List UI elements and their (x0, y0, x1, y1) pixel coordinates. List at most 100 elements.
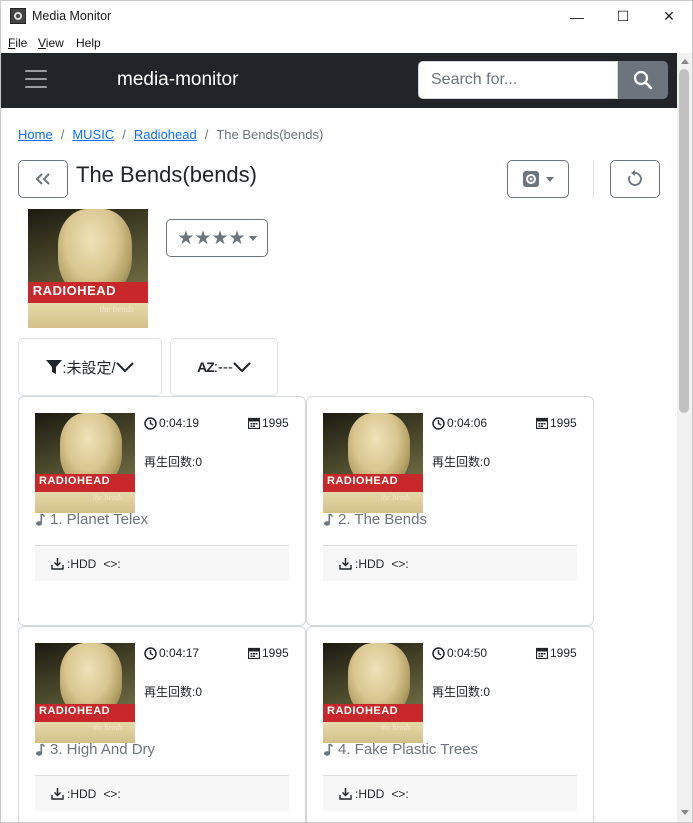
settings-dropdown-button[interactable] (507, 160, 569, 198)
track-footer: :HDD <>: (323, 775, 577, 811)
track-duration-value: 0:04:19 (159, 416, 200, 430)
gear-icon (523, 171, 539, 187)
window-title: Media Monitor (32, 9, 112, 23)
page-title: The Bends(bends) (76, 162, 257, 187)
breadcrumb-home[interactable]: Home (18, 127, 53, 142)
clock-icon (432, 416, 445, 430)
download-icon[interactable] (339, 557, 352, 570)
refresh-icon (628, 170, 642, 186)
chevron-down-icon (115, 362, 134, 372)
track-year: 1995 (248, 646, 289, 660)
caret-down-icon (546, 176, 554, 182)
vertical-scrollbar[interactable] (677, 53, 692, 822)
scroll-down-icon[interactable] (681, 810, 689, 815)
close-button[interactable]: ✕ (646, 1, 692, 32)
calendar-icon (248, 417, 260, 429)
caret-down-icon (248, 235, 257, 241)
download-icon[interactable] (51, 557, 64, 570)
scroll-up-icon[interactable] (681, 59, 689, 64)
track-title[interactable]: 4. Fake Plastic Trees (323, 741, 478, 758)
track-year: 1995 (536, 646, 577, 660)
breadcrumb: Home / MUSIC / Radiohead / The Bends(bends) (18, 127, 323, 142)
filter-dropdown[interactable]: :未設定/ (18, 338, 162, 396)
track-cover: RADIOHEAD the bends (323, 413, 423, 513)
download-icon[interactable] (51, 787, 64, 800)
chevron-down-icon (233, 362, 251, 372)
breadcrumb-separator: / (122, 127, 126, 142)
title-bar: Media Monitor — ☐ ✕ (1, 1, 692, 32)
breadcrumb-music[interactable]: MUSIC (72, 127, 114, 142)
track-footer: :HDD <>: (35, 775, 289, 811)
menu-help[interactable]: Help (76, 36, 101, 50)
music-note-icon (36, 513, 45, 526)
minimize-icon: — (570, 8, 584, 25)
sort-dropdown[interactable]: AZ :--- (170, 338, 278, 396)
track-source: :HDD (67, 556, 97, 571)
rating-stars: ★★★★ (177, 227, 246, 249)
rating-dropdown-button[interactable]: ★★★★ (166, 219, 268, 257)
menu-view[interactable]: View (38, 36, 64, 50)
track-source: :HDD (355, 556, 385, 571)
track-title[interactable]: 3. High And Dry (35, 741, 155, 758)
album-cover: RADIOHEAD the bends (28, 209, 148, 328)
search-button[interactable] (618, 61, 668, 99)
track-duration-value: 0:04:06 (447, 416, 488, 430)
cover-sub-text: the bends (92, 493, 123, 502)
sort-az-icon: AZ (197, 359, 215, 375)
track-cover: RADIOHEAD the bends (35, 413, 135, 513)
menu-view-key: V (38, 36, 46, 50)
menu-file-rest: ile (15, 36, 28, 50)
download-icon[interactable] (339, 787, 352, 800)
track-card[interactable]: RADIOHEAD the bends 0:04:06 1995 再生回数:0 2… (306, 396, 594, 626)
brand[interactable]: media-monitor (117, 69, 238, 91)
calendar-icon (248, 647, 260, 659)
track-footer: :HDD <>: (323, 545, 577, 581)
track-card[interactable]: RADIOHEAD the bends 0:04:17 1995 再生回数:0 3… (18, 626, 306, 822)
scroll-thumb[interactable] (679, 69, 689, 413)
calendar-icon (536, 417, 548, 429)
cover-band-text: RADIOHEAD (39, 475, 111, 488)
track-title[interactable]: 1. Planet Telex (35, 511, 148, 528)
filter-label: :未設定/ (62, 359, 116, 377)
clock-icon (432, 646, 445, 660)
track-card[interactable]: RADIOHEAD the bends 0:04:50 1995 再生回数:0 4… (306, 626, 594, 822)
track-title-text: 2. The Bends (338, 511, 427, 528)
cover-sub-text: the bends (380, 723, 411, 732)
track-year-value: 1995 (550, 416, 577, 430)
main-content: Home / MUSIC / Radiohead / The Bends(bends) Th… (1, 108, 677, 822)
back-button[interactable] (18, 160, 68, 198)
track-play-count: 再生回数:0 (432, 685, 491, 699)
track-code: <>: (103, 786, 121, 801)
track-year-value: 1995 (262, 646, 289, 660)
track-play-count: 再生回数:0 (144, 455, 203, 469)
breadcrumb-artist[interactable]: Radiohead (134, 127, 197, 142)
cover-sub-text: the bends (99, 304, 134, 315)
cover-band-text: RADIOHEAD (39, 705, 111, 718)
track-title-text: 3. High And Dry (50, 741, 156, 758)
maximize-button[interactable]: ☐ (600, 1, 646, 32)
maximize-icon: ☐ (616, 8, 630, 24)
cover-sub-text: the bends (92, 723, 123, 732)
track-footer: :HDD <>: (35, 545, 289, 581)
track-source: :HDD (355, 786, 385, 801)
hamburger-icon[interactable] (25, 70, 47, 88)
music-note-icon (324, 513, 333, 526)
navbar: media-monitor (1, 53, 677, 108)
cover-band-text: RADIOHEAD (327, 475, 399, 488)
track-title-text: 1. Planet Telex (50, 511, 149, 528)
track-title[interactable]: 2. The Bends (323, 511, 427, 528)
track-duration: 0:04:50 (432, 646, 487, 660)
track-source: :HDD (67, 786, 97, 801)
menu-file[interactable]: File (8, 36, 27, 50)
track-card[interactable]: RADIOHEAD the bends 0:04:19 1995 再生回数:0 1… (18, 396, 306, 626)
breadcrumb-separator: / (60, 127, 65, 142)
minimize-button[interactable]: — (554, 1, 600, 32)
search-icon (633, 70, 653, 90)
track-duration: 0:04:06 (432, 416, 487, 430)
search-input[interactable] (418, 61, 618, 99)
music-note-icon (36, 743, 45, 756)
track-play-count: 再生回数:0 (432, 455, 491, 469)
cover-sub-text: the bends (380, 493, 411, 502)
refresh-button[interactable] (610, 160, 660, 198)
calendar-icon (536, 647, 548, 659)
